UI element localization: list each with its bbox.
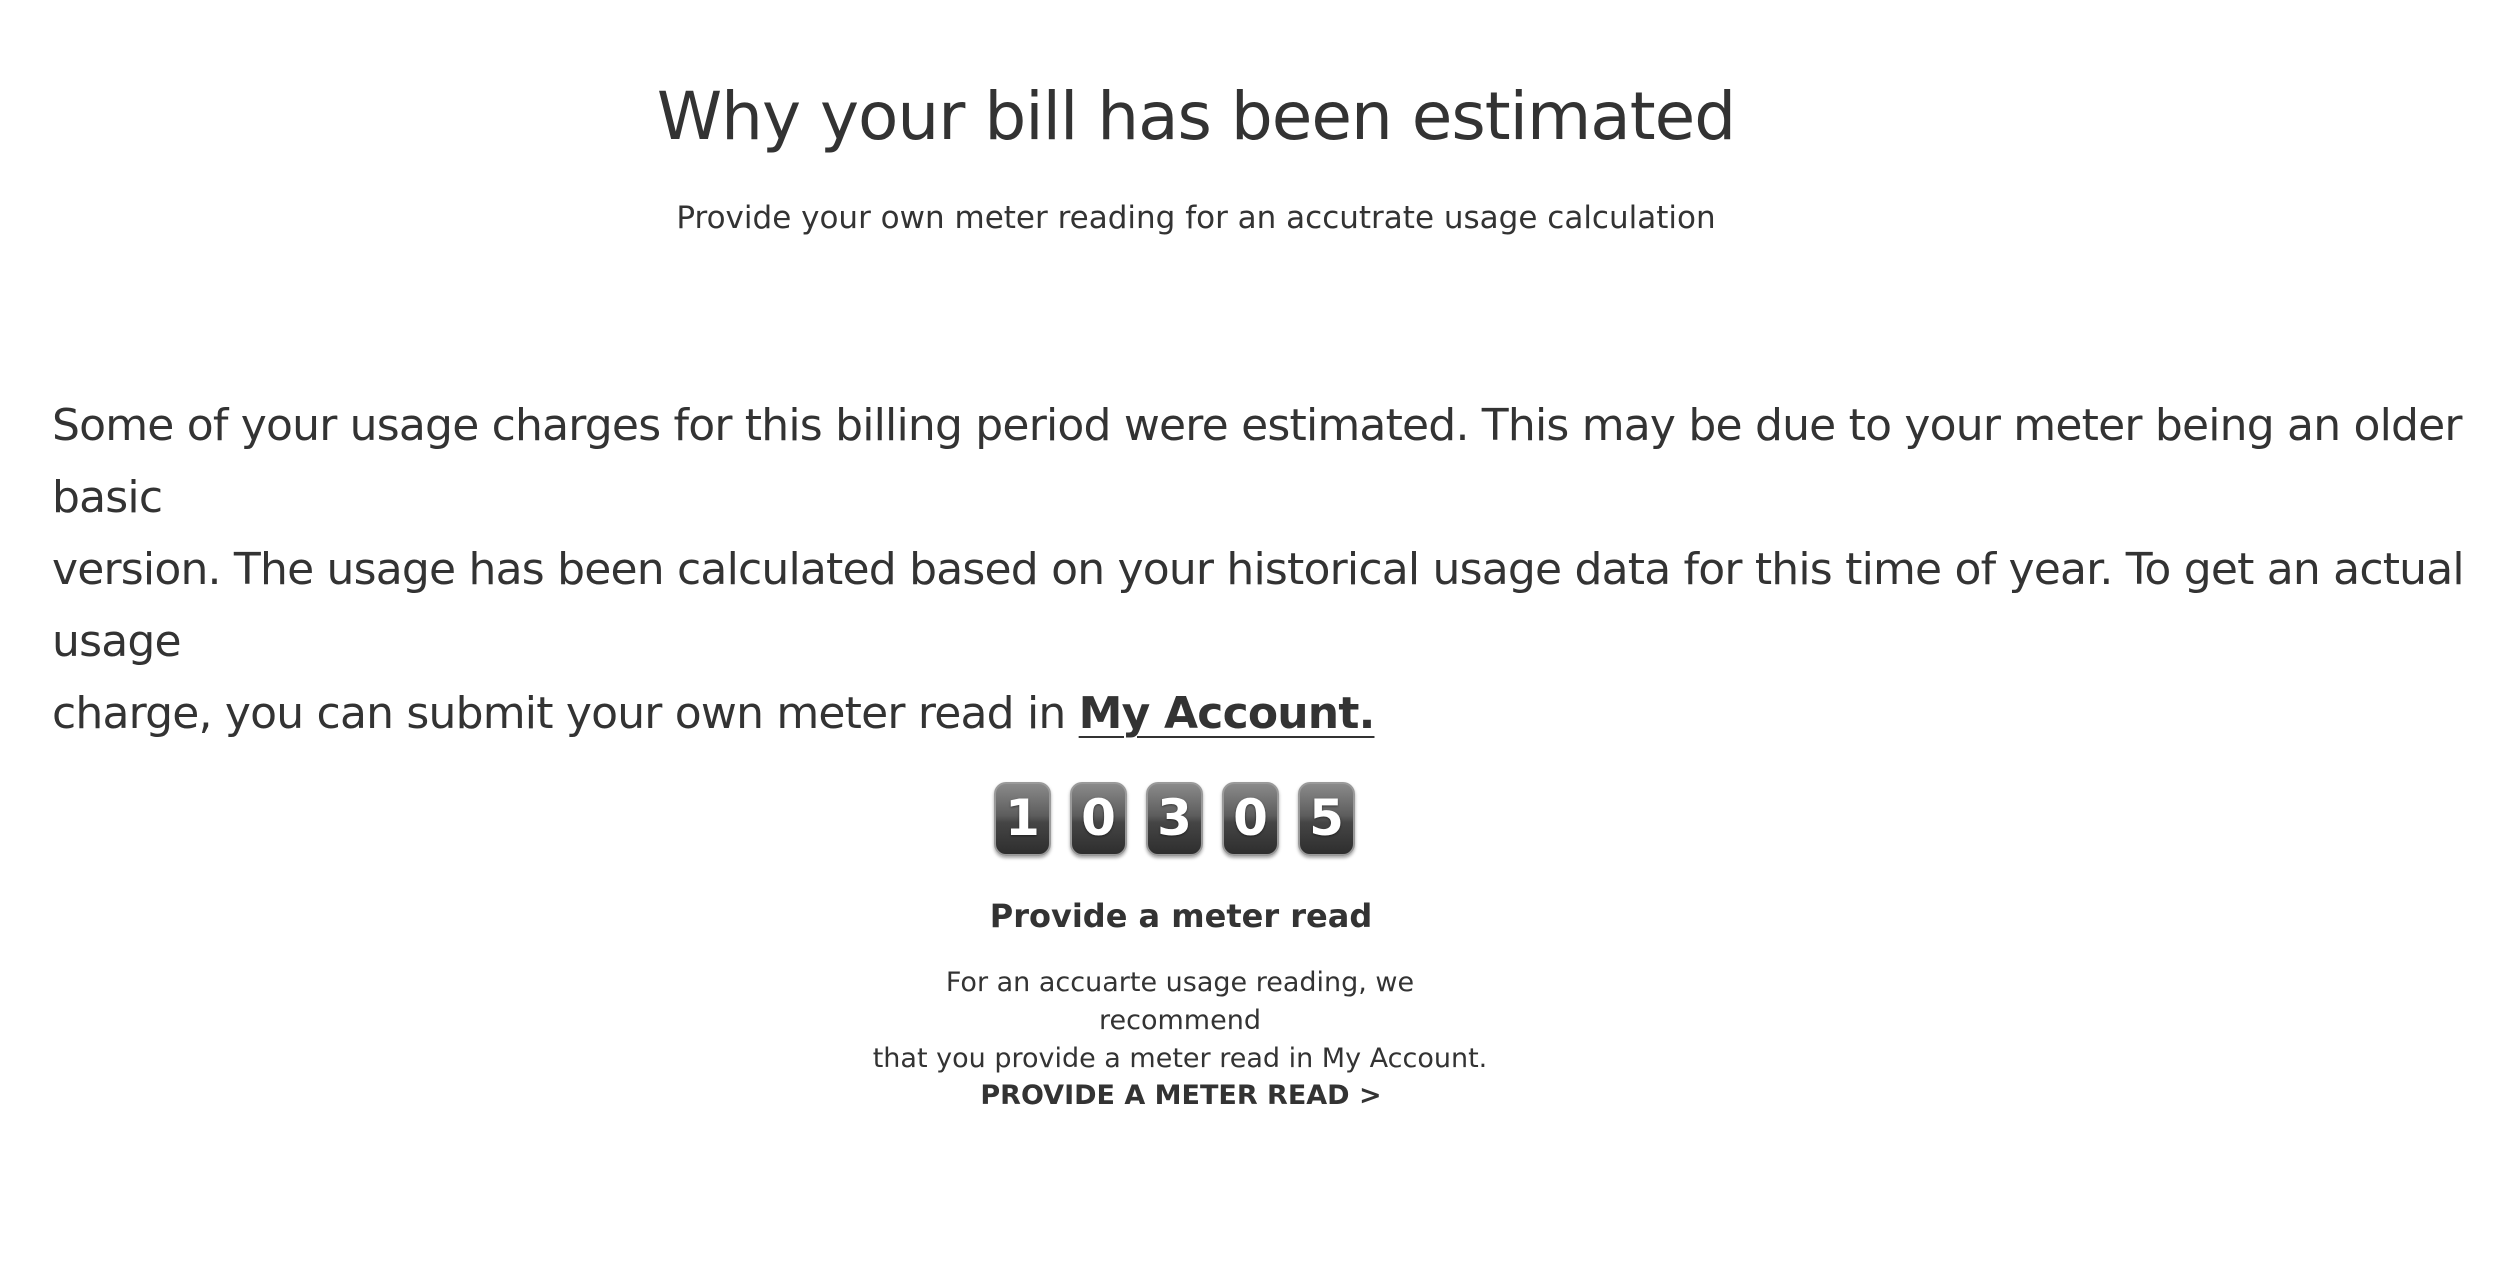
meter-read-heading: Provide a meter read xyxy=(989,897,1373,935)
meter-digit: 5 xyxy=(1298,782,1355,856)
meter-digit: 0 xyxy=(1070,782,1127,856)
meter-desc-line-1: For an accuarte usage reading, we recomm… xyxy=(945,967,1415,1036)
explanation-line-2: version. The usage has been calculated b… xyxy=(52,544,2465,667)
meter-digit: 1 xyxy=(994,782,1051,856)
explanation-line-1: Some of your usage charges for this bill… xyxy=(52,400,2463,523)
my-account-link[interactable]: My Account. xyxy=(1079,688,1376,739)
meter-read-description: For an accuarte usage reading, we recomm… xyxy=(870,964,1490,1078)
meter-desc-line-2: that you provide a meter read in My Acco… xyxy=(872,1043,1488,1074)
meter-digit: 3 xyxy=(1146,782,1203,856)
estimate-explanation: Some of your usage charges for this bill… xyxy=(52,390,2472,750)
meter-counter-icon: 1 0 3 0 5 xyxy=(994,782,1355,856)
page-title: Why your bill has been estimated xyxy=(656,78,1736,155)
provide-meter-read-link[interactable]: PROVIDE A METER READ > xyxy=(0,1076,2362,1116)
explanation-line-3: charge, you can submit your own meter re… xyxy=(52,688,1079,739)
meter-digit: 0 xyxy=(1222,782,1279,856)
page-subtitle: Provide your own meter reading for an ac… xyxy=(676,200,1716,236)
